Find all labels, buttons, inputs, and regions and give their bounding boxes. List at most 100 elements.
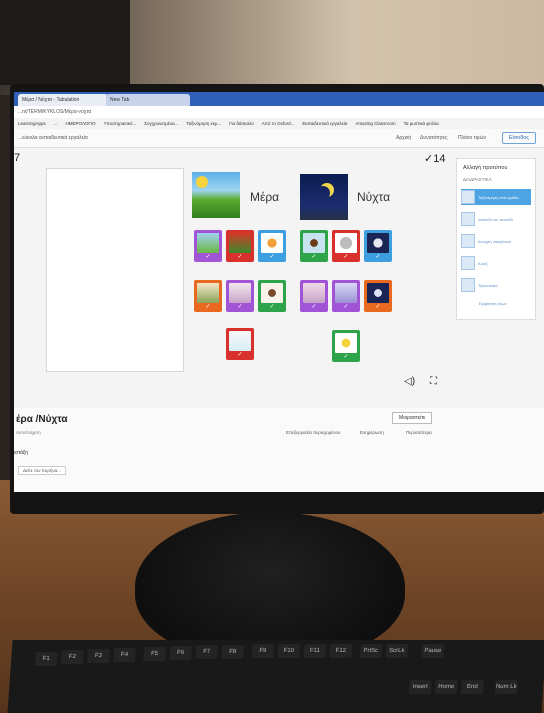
fullscreen-icon[interactable]: ⛶ (430, 376, 437, 387)
key-f11[interactable]: F11 (303, 644, 327, 658)
template-item[interactable]: Ανοιχτή οικογένεια (461, 233, 531, 249)
sorted-card[interactable]: ✓ (300, 230, 328, 262)
correct-counter: ✓14 (424, 153, 446, 165)
sorted-card[interactable]: ✓ (332, 230, 360, 262)
url-bar[interactable]: ...nt/TERM/KYKLOS/Μέρα-νύχτα (14, 106, 544, 118)
key-pause[interactable]: Pause (421, 644, 445, 658)
template-icon (461, 212, 475, 226)
more-link[interactable]: Περισσότερα (406, 430, 432, 435)
key-f3[interactable]: F3 (86, 649, 110, 663)
sorted-card[interactable]: ✓ (332, 280, 360, 312)
template-panel: Αλλαγή προτύπου ΔΙΑΔΡΑΣΤΙΚΑ Ταξινόμηση α… (456, 158, 536, 320)
share-button[interactable]: Μοιραστείτε (392, 412, 433, 424)
check-icon: ✓ (343, 254, 349, 260)
template-select[interactable]: Δείτε τον πυρήνα... (18, 466, 66, 475)
login-button[interactable]: Είσοδος (501, 132, 536, 144)
night-header-label: Νύχτα (357, 190, 391, 204)
sorted-card[interactable]: ✓ (226, 230, 254, 262)
key-scrlk[interactable]: ScrLk (385, 644, 409, 658)
panel-subtitle: ΔΙΑΔΡΑΣΤΙΚΑ (463, 177, 492, 182)
update-link[interactable]: Ενημέρωση (360, 430, 384, 435)
key-f10[interactable]: F10 (277, 644, 301, 658)
template-item[interactable]: Ισόπεδο σε πεντάδι (461, 211, 531, 227)
bookmark-item[interactable]: Εκπαιδευτικά εργαλεία (302, 121, 347, 126)
sorted-card[interactable]: ✓ (258, 280, 286, 312)
template-item-quiz[interactable]: Κουίζ (461, 255, 531, 271)
check-icon: ✓ (375, 304, 381, 310)
sorted-card[interactable]: ✓ (194, 230, 222, 262)
key-f8[interactable]: F8 (221, 645, 245, 659)
check-icon: ✓ (237, 352, 243, 358)
key-prtsc[interactable]: PrtSc (359, 644, 383, 658)
key-f9[interactable]: F9 (251, 644, 275, 658)
item-label: Ανοιχτή οικογένεια (478, 238, 511, 244)
key-insert[interactable]: Insert (408, 680, 432, 694)
show-all-link[interactable]: Εμφάνιση όλων (479, 301, 507, 306)
bookmark-item[interactable]: LearningApps (18, 121, 46, 126)
item-label: Τηλεοπτικό (478, 282, 498, 288)
browser-tab-new[interactable]: New Tab (106, 94, 190, 106)
quiz-icon (461, 256, 475, 270)
remaining-counter: 7 (14, 152, 21, 164)
sorted-card[interactable]: ✓ (364, 280, 392, 312)
key-numlk[interactable]: Num Lk (494, 680, 518, 694)
bookmark-item[interactable]: Για δάσκαλο (229, 121, 254, 126)
card-pile-area[interactable] (46, 168, 184, 372)
key-end[interactable]: End (460, 680, 484, 694)
background-object (0, 0, 130, 85)
nav-link-pricing[interactable]: Πλάνο τιμών (458, 135, 486, 141)
bookmark-item[interactable]: Από το Oxford... (262, 121, 295, 126)
site-navigation: ...εύκολα εκπαιδευτικά εργαλεία Αρχική Δ… (14, 129, 544, 148)
bookmark-item[interactable]: Amazing Classroom (355, 121, 395, 126)
sorted-card[interactable]: ✓ (226, 280, 254, 312)
sorted-card[interactable]: ✓ (364, 230, 392, 262)
sorted-card[interactable]: ✓ (332, 330, 360, 362)
browser-tab-active[interactable]: Μέρα / Νύχτα - Tabulation (18, 94, 108, 106)
bookmark-item[interactable]: Συγχρονισμένα... (144, 121, 178, 126)
check-icon: ✓ (237, 254, 243, 260)
card-image (367, 233, 389, 253)
key-f12[interactable]: F12 (329, 644, 353, 658)
sorted-card[interactable]: ✓ (258, 230, 286, 262)
check-icon: ✓ (205, 254, 211, 260)
nav-link-home[interactable]: Αρχική (396, 135, 411, 141)
card-image (335, 233, 357, 253)
card-image (335, 283, 357, 303)
bookmark-item[interactable]: Υποστηρικτικό... (104, 121, 137, 126)
key-f5[interactable]: F5 (143, 647, 167, 661)
check-icon: ✓ (205, 304, 211, 310)
key-f2[interactable]: F2 (60, 650, 84, 664)
nav-link-features[interactable]: Δυνατότητες (420, 135, 448, 141)
edit-content-link[interactable]: Επεξεργασία περιεχομένου (286, 430, 340, 435)
key-f1[interactable]: F1 (34, 652, 58, 666)
key-f7[interactable]: F7 (195, 645, 219, 659)
bookmark-item[interactable]: Τα μυστικά φύλλα (404, 121, 439, 126)
sorted-card[interactable]: ✓ (194, 280, 222, 312)
check-icon: ✓ (343, 304, 349, 310)
card-image (335, 333, 357, 353)
bookmark-item[interactable]: ... (54, 121, 58, 126)
template-icon (461, 278, 475, 292)
key-f4[interactable]: F4 (113, 648, 136, 662)
key-f6[interactable]: F6 (169, 646, 193, 660)
item-label: Κουίζ (478, 260, 488, 266)
key-home[interactable]: Home (434, 680, 458, 694)
moon-icon (316, 186, 330, 200)
sorted-card[interactable]: ✓ (300, 280, 328, 312)
template-item-group-sort[interactable]: Ταξινόμηση ανά ομάδα (461, 189, 531, 205)
card-image (229, 283, 251, 303)
card-image (197, 283, 219, 303)
activity-title: έρα /Νύχτα (16, 414, 68, 425)
tab-label: New Tab (110, 97, 130, 103)
keyboard: F1 F2 F3 F4 F5 F6 F7 F8 F9 F10 F11 F12 P… (7, 640, 544, 713)
template-icon (461, 234, 475, 248)
monitor-screen: Μέρα / Νύχτα - Tabulation New Tab ...nt/… (14, 92, 544, 492)
card-image (261, 283, 283, 303)
card-image (367, 283, 389, 303)
activity-meta: Αντιστοίχιση (16, 430, 41, 435)
bookmark-item[interactable]: ΗΜΕΡΟΛΟΓΙΟ (66, 121, 96, 126)
template-item[interactable]: Τηλεοπτικό (461, 277, 531, 293)
sorted-card[interactable]: ✓ (226, 328, 254, 360)
sound-icon[interactable]: ◁) (404, 376, 415, 387)
bookmark-item[interactable]: Ταξινόμηση εκμ... (186, 121, 221, 126)
